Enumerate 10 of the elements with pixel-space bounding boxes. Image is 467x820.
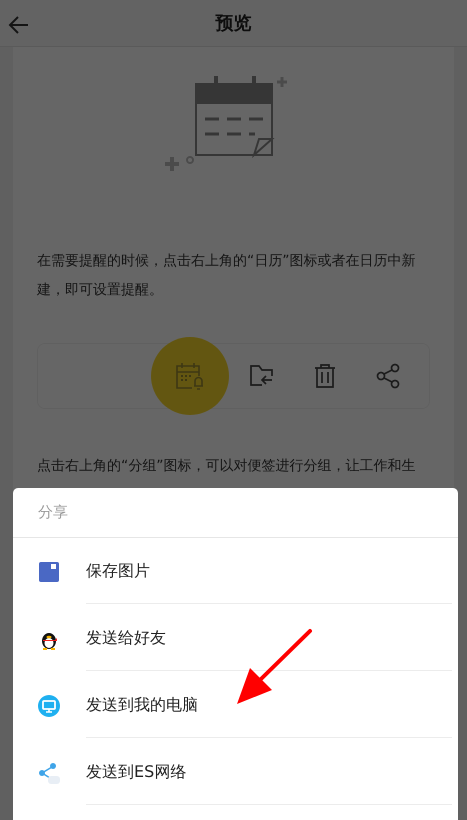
share-button[interactable] bbox=[376, 363, 402, 389]
note-paragraph: 点击右上角的“分组”图标，可以对便签进行分组，让工作和生 bbox=[37, 457, 417, 476]
save-icon bbox=[38, 560, 60, 582]
computer-icon bbox=[38, 694, 60, 716]
note-paragraph: 在需要提醒的时候，点击右上角的“日历”图标或者在日历中新建，即可设置提醒。 bbox=[37, 252, 417, 300]
delete-button[interactable] bbox=[312, 363, 338, 389]
calendar-bell-icon bbox=[175, 362, 205, 390]
page-title: 预览 bbox=[216, 12, 252, 36]
network-share-icon bbox=[38, 762, 60, 784]
move-folder-button[interactable] bbox=[248, 363, 274, 389]
